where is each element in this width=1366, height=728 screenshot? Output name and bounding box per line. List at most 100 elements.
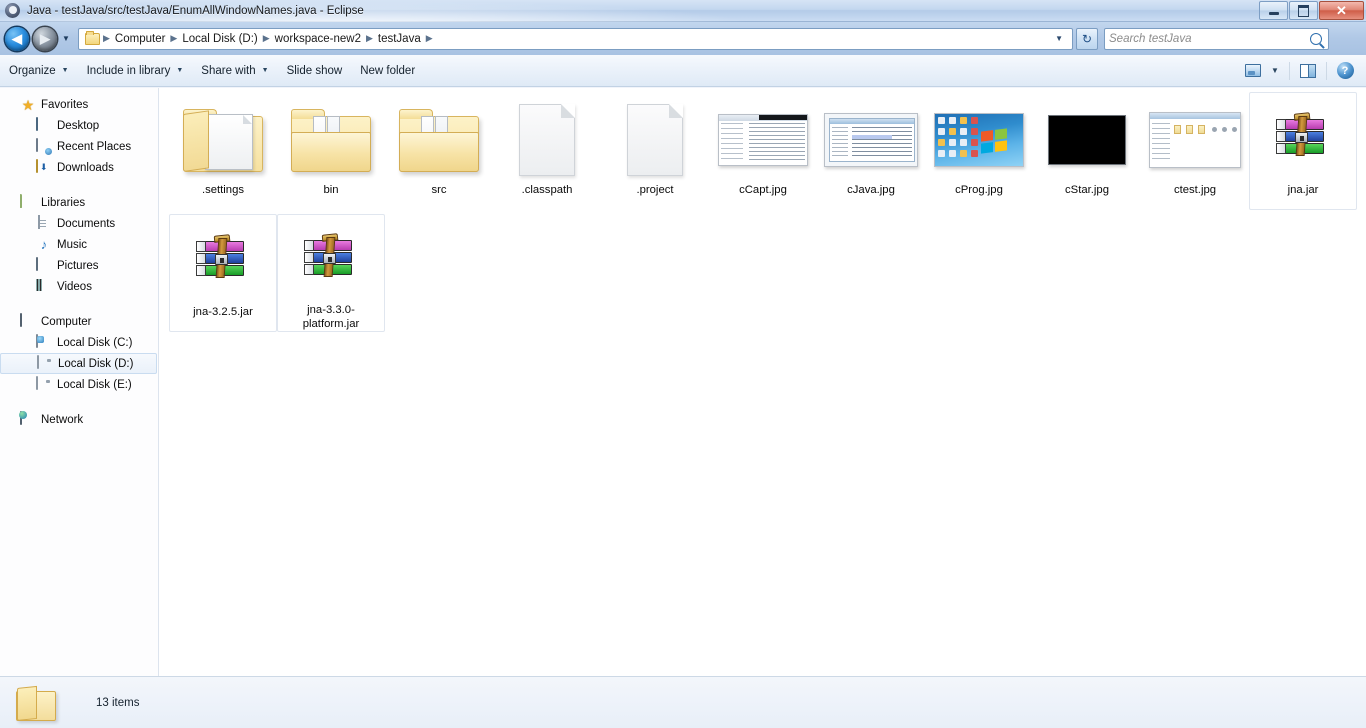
navigation-pane[interactable]: ★ Favorites Desktop Recent Places Downlo…	[0, 88, 158, 676]
eclipse-icon	[5, 2, 21, 19]
winrar-archive-icon	[175, 221, 271, 303]
restore-button[interactable]	[1289, 1, 1318, 20]
breadcrumb-item-workspace-new2[interactable]: workspace-new2	[271, 32, 365, 46]
list-item[interactable]: src	[385, 92, 493, 210]
sidebar-item-label: Favorites	[41, 98, 89, 111]
preview-pane-icon	[1300, 63, 1316, 78]
network-icon	[20, 410, 36, 428]
item-count: 13 items	[96, 696, 140, 709]
forward-button[interactable]: ▶	[33, 26, 57, 51]
local-disk-c-icon	[36, 333, 52, 351]
folder-icon	[16, 685, 58, 721]
organize-label: Organize	[9, 64, 56, 77]
blank-document-icon	[607, 99, 703, 181]
list-item[interactable]: .classpath	[493, 92, 601, 210]
sidebar-item-local-disk-e[interactable]: Local Disk (E:)	[0, 374, 158, 395]
sidebar-item-music[interactable]: ♪ Music	[0, 234, 158, 255]
breadcrumb-separator: ▶	[425, 33, 433, 43]
photo-thumbnail	[931, 99, 1027, 181]
breadcrumb-separator: ▶	[365, 33, 373, 43]
photo-thumbnail	[1147, 99, 1243, 181]
organize-button[interactable]: Organize ▼	[0, 61, 78, 81]
close-button[interactable]: ✕	[1319, 1, 1364, 20]
sidebar-item-downloads[interactable]: Downloads	[0, 157, 158, 178]
minimize-button[interactable]	[1259, 1, 1288, 20]
file-name: .settings	[201, 184, 245, 196]
search-icon	[1310, 32, 1322, 45]
documents-icon	[36, 214, 52, 232]
command-bar-divider	[1289, 61, 1290, 80]
breadcrumb-item-computer[interactable]: Computer	[111, 32, 170, 46]
file-name: .classpath	[521, 184, 573, 196]
help-icon: ?	[1336, 62, 1354, 79]
sidebar-item-documents[interactable]: Documents	[0, 213, 158, 234]
breadcrumb-item-local-disk-d[interactable]: Local Disk (D:)	[178, 32, 261, 46]
local-disk-d-icon	[37, 354, 53, 372]
list-item[interactable]: cProg.jpg	[925, 92, 1033, 210]
preview-pane-button[interactable]	[1295, 60, 1321, 82]
sidebar-item-label: Local Disk (D:)	[58, 357, 134, 370]
include-in-library-button[interactable]: Include in library ▼	[78, 61, 193, 81]
explorer-window: Java - testJava/src/testJava/EnumAllWind…	[0, 0, 1366, 728]
list-item[interactable]: jna.jar	[1249, 92, 1357, 210]
forward-arrow-icon: ▶	[40, 30, 50, 46]
folder-open-icon	[175, 99, 271, 181]
sidebar-item-local-disk-d[interactable]: Local Disk (D:)	[0, 353, 157, 374]
chevron-down-icon: ▼	[1271, 66, 1279, 75]
search-input[interactable]: Search testJava	[1104, 27, 1329, 50]
file-list[interactable]: .settings bin src .classpath .project cC…	[159, 88, 1366, 676]
list-item[interactable]: bin	[277, 92, 385, 210]
list-item[interactable]: ctest.jpg	[1141, 92, 1249, 210]
title-bar: Java - testJava/src/testJava/EnumAllWind…	[0, 0, 1366, 22]
sidebar-item-computer[interactable]: Computer	[0, 311, 158, 332]
list-item[interactable]: cCapt.jpg	[709, 92, 817, 210]
winrar-archive-icon	[283, 221, 379, 301]
back-button[interactable]: ◀	[5, 26, 29, 51]
slide-show-button[interactable]: Slide show	[278, 61, 352, 81]
nav-group-favorites: ★ Favorites Desktop Recent Places Downlo…	[0, 94, 158, 178]
share-with-button[interactable]: Share with ▼	[192, 61, 277, 81]
refresh-button[interactable]: ↻	[1076, 27, 1098, 50]
list-item[interactable]: .project	[601, 92, 709, 210]
sidebar-item-local-disk-c[interactable]: Local Disk (C:)	[0, 332, 158, 353]
sidebar-item-libraries[interactable]: Libraries	[0, 192, 158, 213]
chevron-down-icon[interactable]: ▼	[1051, 34, 1069, 43]
address-bar: ◀ ▶ ▼ ▶ Computer ▶ Local Disk (D:) ▶ wor…	[0, 22, 1366, 55]
recent-pages-dropdown[interactable]: ▼	[60, 34, 72, 43]
music-icon: ♪	[40, 236, 48, 252]
list-item[interactable]: jna-3.3.0-platform.jar	[277, 214, 385, 332]
breadcrumb-item-testjava[interactable]: testJava	[374, 32, 425, 46]
view-options-icon	[1245, 64, 1261, 77]
sidebar-item-pictures[interactable]: Pictures	[0, 255, 158, 276]
sidebar-item-desktop[interactable]: Desktop	[0, 115, 158, 136]
list-item[interactable]: jna-3.2.5.jar	[169, 214, 277, 332]
sidebar-item-label: Libraries	[41, 196, 86, 209]
list-item[interactable]: .settings	[169, 92, 277, 210]
chevron-down-icon: ▼	[176, 67, 184, 74]
photo-thumbnail	[1039, 99, 1135, 181]
list-item[interactable]: cStar.jpg	[1033, 92, 1141, 210]
change-view-dropdown[interactable]: ▼	[1266, 60, 1284, 82]
file-name: .project	[636, 184, 674, 196]
new-folder-button[interactable]: New folder	[351, 61, 424, 81]
sidebar-item-recent-places[interactable]: Recent Places	[0, 136, 158, 157]
sidebar-item-label: Local Disk (E:)	[57, 378, 132, 391]
downloads-icon	[36, 158, 52, 176]
desktop-icon	[36, 116, 52, 134]
sidebar-item-label: Computer	[41, 315, 92, 328]
breadcrumb[interactable]: ▶ Computer ▶ Local Disk (D:) ▶ workspace…	[78, 27, 1073, 50]
local-disk-e-icon	[36, 375, 52, 393]
sidebar-item-videos[interactable]: Videos	[0, 276, 158, 297]
list-item[interactable]: cJava.jpg	[817, 92, 925, 210]
command-bar-divider	[1326, 61, 1327, 80]
nav-group-libraries: Libraries Documents ♪ Music Pictures Vid…	[0, 192, 158, 297]
file-name: cCapt.jpg	[739, 184, 787, 196]
star-icon: ★	[21, 96, 35, 113]
share-with-label: Share with	[201, 64, 256, 77]
change-view-button[interactable]	[1240, 60, 1266, 82]
sidebar-item-favorites[interactable]: ★ Favorites	[0, 94, 158, 115]
sidebar-item-network[interactable]: Network	[0, 409, 158, 430]
help-button[interactable]: ?	[1332, 60, 1358, 82]
file-name: src	[431, 184, 447, 196]
computer-icon	[20, 312, 36, 330]
